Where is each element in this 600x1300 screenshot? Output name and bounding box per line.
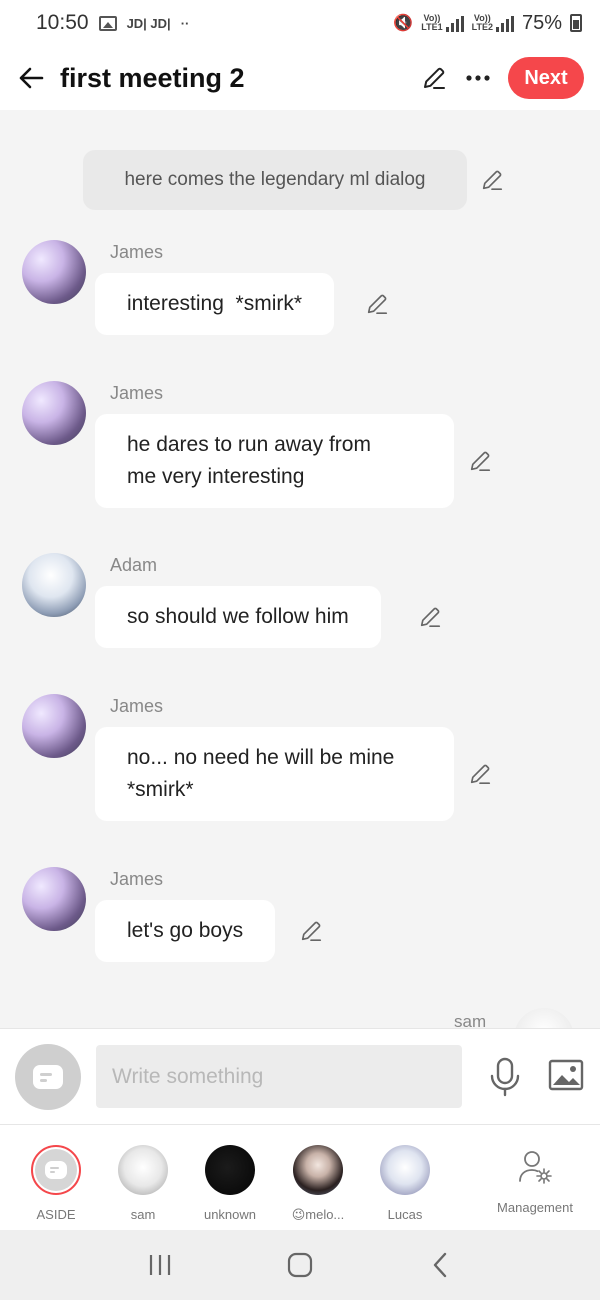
- message-bubble[interactable]: so should we follow him: [95, 586, 381, 648]
- edit-title-button[interactable]: [420, 64, 448, 92]
- character-label: Management: [497, 1200, 573, 1215]
- sender-name: James: [110, 383, 164, 403]
- sam-avatar: [118, 1145, 168, 1195]
- signal-bars-icon-2: [495, 16, 514, 32]
- avatar-james[interactable]: [22, 694, 86, 758]
- character-lucas[interactable]: Lucas: [365, 1145, 445, 1222]
- sender-name-sam: sam: [454, 1012, 487, 1028]
- message-bubble[interactable]: he dares to run away from me very intere…: [95, 414, 454, 508]
- narration-bubble[interactable]: here comes the legendary ml dialog: [83, 150, 467, 210]
- status-bar: 10:50 JD| JD| ·· 🔇 Vo)) LTE1 Vo)) LTE2 7…: [0, 0, 600, 46]
- message-line: *smirk*: [127, 778, 194, 801]
- pencil-icon: [424, 67, 445, 89]
- battery-icon: [570, 14, 582, 32]
- character-unknown[interactable]: unknown: [190, 1145, 270, 1222]
- sender-name: Adam: [110, 555, 158, 575]
- composer-bar: [0, 1028, 600, 1124]
- sim1-label: LTE1: [421, 22, 443, 32]
- edit-message-icon[interactable]: [299, 919, 323, 943]
- chat-area[interactable]: here comes the legendary ml dialog James…: [0, 110, 600, 1028]
- edit-narration-icon[interactable]: [480, 168, 504, 192]
- microphone-icon[interactable]: [488, 1057, 522, 1097]
- message-bubble[interactable]: interesting *smirk*: [95, 273, 335, 335]
- character-aside[interactable]: ASIDE: [16, 1145, 96, 1222]
- user-gear-icon: [519, 1151, 552, 1184]
- home-icon: [287, 1252, 313, 1278]
- character-label: sam: [130, 1207, 156, 1222]
- more-dots-icon: [466, 75, 490, 81]
- edit-message-icon[interactable]: [468, 449, 492, 473]
- gallery-notification-icon: [98, 15, 117, 31]
- avatar-james[interactable]: [22, 867, 86, 931]
- avatar-adam[interactable]: [22, 553, 86, 617]
- message-text: let's go boys: [127, 919, 244, 942]
- status-time: 10:50: [36, 11, 89, 34]
- message-bubble[interactable]: no... no need he will be mine *smirk*: [95, 727, 454, 821]
- chevron-left-icon: [433, 1252, 447, 1278]
- signal-bars-icon: [445, 16, 464, 32]
- battery-percent: 75%: [521, 11, 562, 34]
- mute-icon: 🔇: [393, 15, 414, 32]
- character-bar: ASIDE sam unknown 😉melo... Lucas Managem…: [0, 1124, 600, 1230]
- character-melo[interactable]: 😉melo...: [278, 1145, 358, 1223]
- sim1-label-group: Vo)) LTE1: [421, 14, 442, 32]
- message-text: he dares to run away from me very intere…: [127, 429, 371, 493]
- chat-bubble-icon: [45, 1161, 67, 1179]
- edit-message-icon[interactable]: [365, 292, 389, 316]
- lucas-avatar: [380, 1145, 430, 1195]
- arrow-left-icon: [19, 67, 44, 89]
- more-notifications-dots: ··: [180, 15, 190, 31]
- message-text: so should we follow him: [127, 605, 349, 628]
- character-label: 😉melo...: [291, 1207, 345, 1222]
- sim2-label-group: Vo)) LTE2: [472, 14, 493, 32]
- character-label: Lucas: [387, 1207, 423, 1222]
- back-button[interactable]: [16, 63, 46, 93]
- sim2-signal: Vo)) LTE2: [472, 14, 514, 32]
- message-line: no... no need he will be mine: [127, 746, 395, 769]
- character-sam[interactable]: sam: [103, 1145, 183, 1222]
- more-options-button[interactable]: [464, 64, 492, 92]
- carrier-labels: JD| JD|: [126, 15, 171, 31]
- aside-toggle-button[interactable]: [15, 1044, 81, 1110]
- message-text: no... no need he will be mine *smirk*: [127, 742, 394, 806]
- chat-bubble-icon: [33, 1065, 63, 1089]
- image-icon[interactable]: [548, 1059, 584, 1091]
- melo-avatar: [293, 1145, 343, 1195]
- message-input[interactable]: [96, 1045, 462, 1108]
- recent-apps-icon: [149, 1255, 171, 1275]
- sender-name: James: [110, 242, 164, 262]
- sender-name: James: [110, 696, 164, 716]
- system-nav-bar: [0, 1230, 600, 1300]
- character-label: ASIDE: [36, 1207, 76, 1222]
- character-label: unknown: [203, 1207, 257, 1222]
- status-left: 10:50 JD| JD| ··: [36, 11, 189, 35]
- sim2-label: LTE2: [471, 22, 493, 32]
- message-text: interesting *smirk*: [127, 292, 303, 315]
- home-button[interactable]: [280, 1245, 320, 1285]
- edit-message-icon[interactable]: [468, 762, 492, 786]
- avatar-sam[interactable]: [514, 1008, 574, 1028]
- narration-text: here comes the legendary ml dialog: [124, 169, 426, 190]
- edit-message-icon[interactable]: [418, 605, 442, 629]
- next-button[interactable]: Next: [508, 57, 584, 99]
- app-header: first meeting 2 Next: [0, 46, 600, 110]
- status-right: 🔇 Vo)) LTE1 Vo)) LTE2 75%: [393, 12, 582, 35]
- avatar-james[interactable]: [22, 240, 86, 304]
- management-button[interactable]: Management: [493, 1145, 577, 1215]
- aside-avatar: [31, 1145, 81, 1195]
- page-title: first meeting 2: [60, 62, 245, 93]
- message-line: me very interesting: [127, 465, 305, 488]
- message-line: he dares to run away from: [127, 433, 371, 456]
- header-actions: Next: [420, 57, 584, 99]
- recent-apps-button[interactable]: [140, 1245, 180, 1285]
- message-bubble[interactable]: let's go boys: [95, 900, 276, 962]
- unknown-avatar: [205, 1145, 255, 1195]
- sim1-signal: Vo)) LTE1: [421, 14, 464, 32]
- system-back-button[interactable]: [420, 1245, 460, 1285]
- sender-name: James: [110, 869, 164, 889]
- avatar-james[interactable]: [22, 381, 86, 445]
